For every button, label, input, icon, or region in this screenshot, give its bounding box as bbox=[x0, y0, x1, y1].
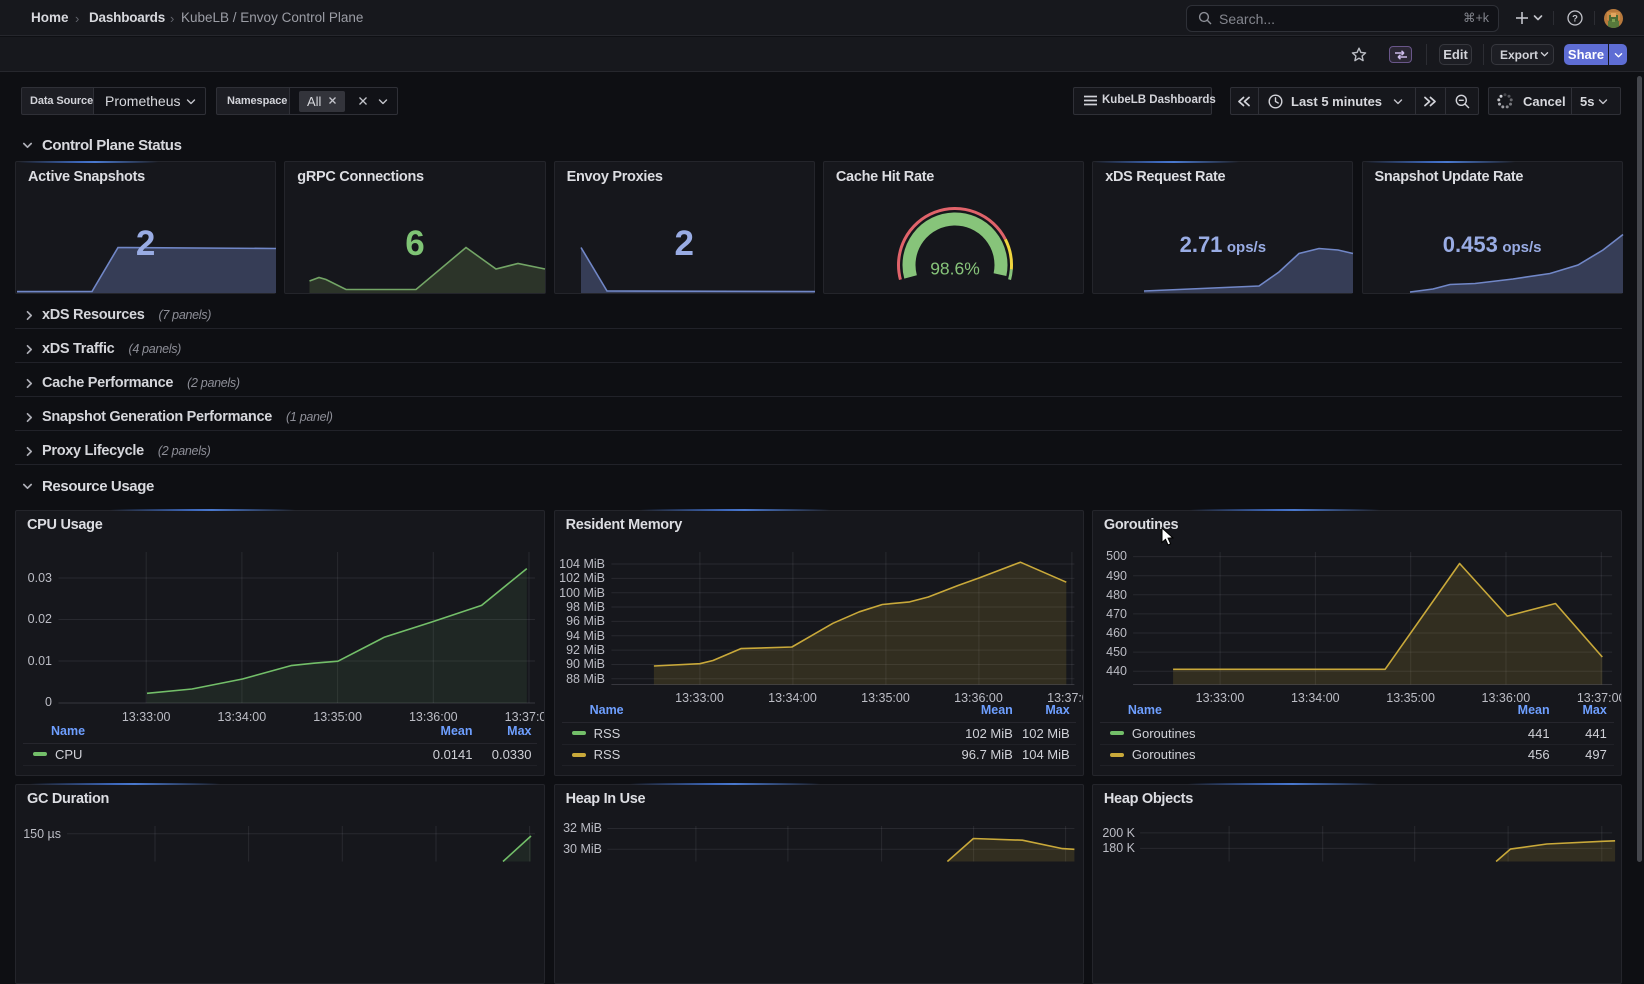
svg-text:?: ? bbox=[1572, 14, 1578, 25]
svg-text:98.6%: 98.6% bbox=[930, 259, 980, 279]
